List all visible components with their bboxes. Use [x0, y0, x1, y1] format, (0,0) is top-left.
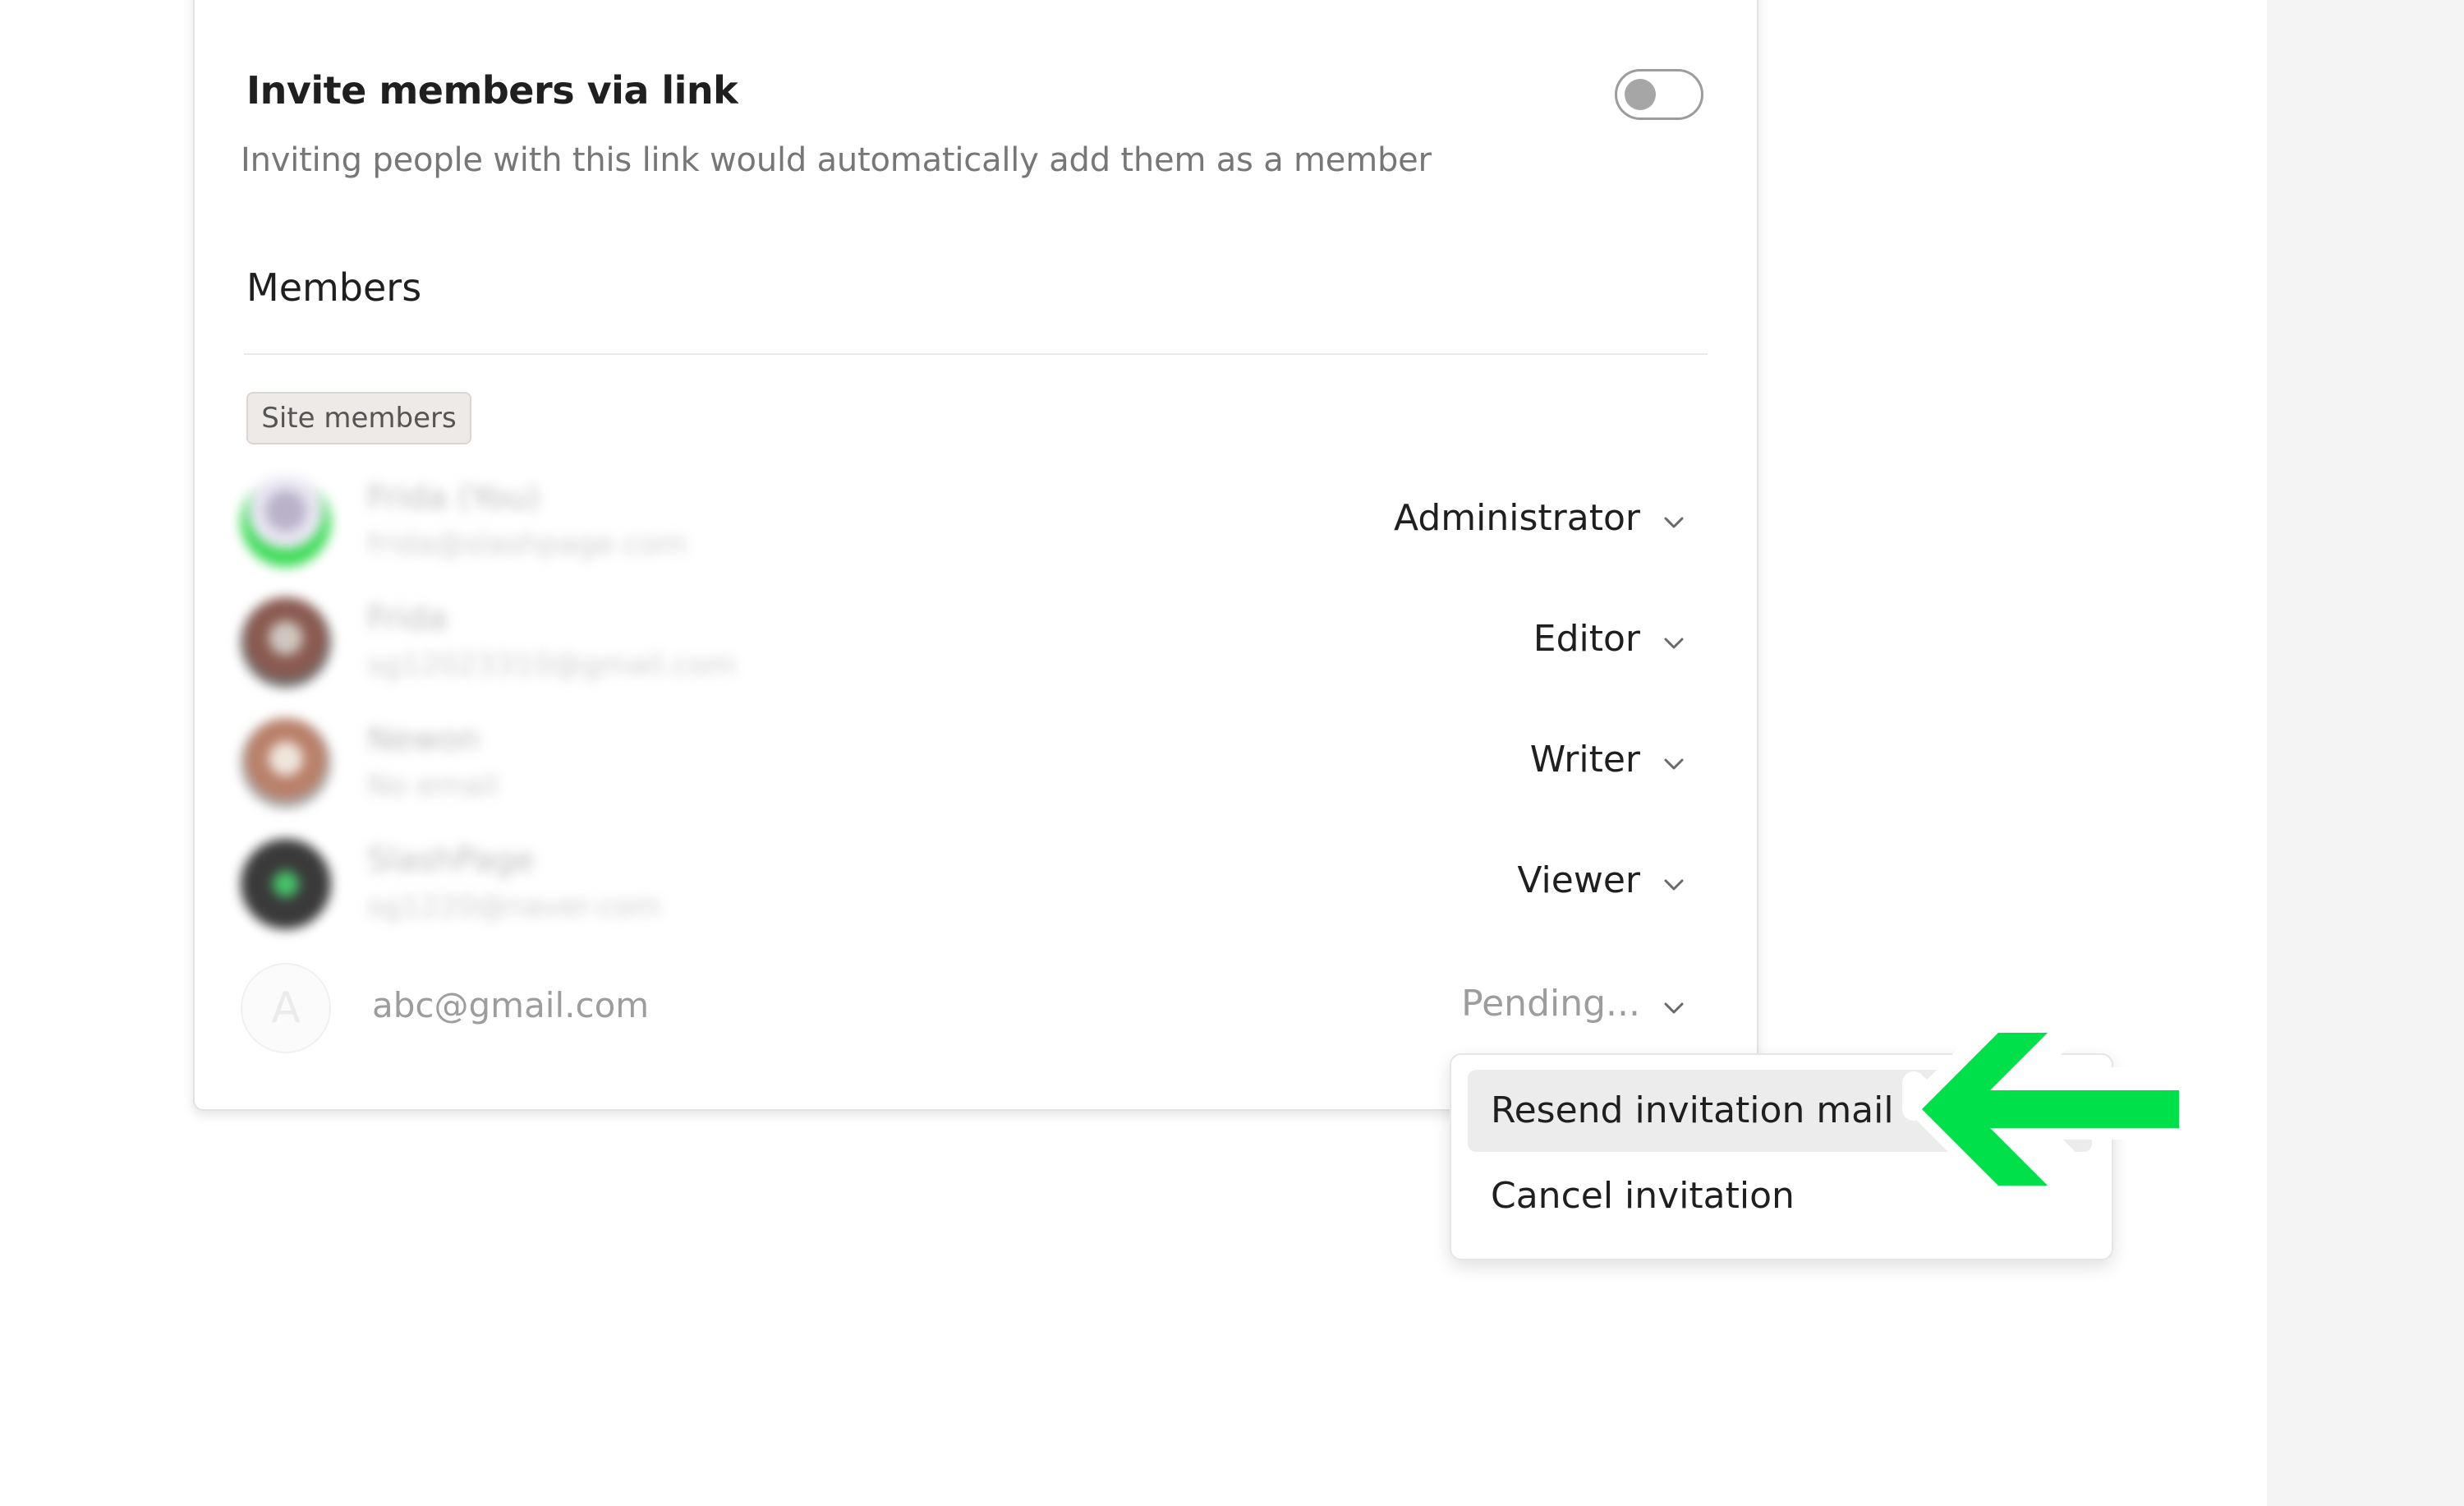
- member-email: sg12023310@gmail.com: [367, 648, 737, 682]
- site-members-chip: Site members: [246, 392, 471, 444]
- avatar: [241, 718, 331, 808]
- member-name: Frida: [367, 600, 448, 638]
- role-dropdown-viewer[interactable]: Viewer: [1517, 859, 1640, 901]
- member-name: SlashPage: [367, 841, 536, 879]
- divider: [244, 353, 1708, 355]
- member-email: No email: [367, 769, 499, 803]
- avatar: [241, 477, 331, 567]
- chevron-down-icon[interactable]: [1659, 749, 1689, 779]
- member-email: frida@slashpage.com: [367, 527, 687, 561]
- annotation-arrow-icon: [1902, 1020, 2193, 1197]
- role-dropdown-administrator[interactable]: Administrator: [1394, 497, 1640, 539]
- invite-link-toggle[interactable]: [1615, 69, 1703, 120]
- member-name: Frida (You): [367, 479, 540, 517]
- member-email: sg1220@naver.com: [367, 890, 661, 923]
- invite-link-title: Invite members via link: [246, 68, 738, 113]
- invite-link-description: Inviting people with this link would aut…: [241, 141, 1432, 179]
- chevron-down-icon[interactable]: [1659, 629, 1689, 658]
- chevron-down-icon[interactable]: [1659, 870, 1689, 900]
- members-heading: Members: [246, 265, 422, 310]
- chevron-down-icon[interactable]: [1659, 508, 1689, 537]
- pending-avatar: A: [241, 963, 331, 1053]
- avatar: [241, 839, 331, 929]
- role-dropdown-writer[interactable]: Writer: [1530, 739, 1640, 781]
- side-panel: [2267, 0, 2464, 1506]
- role-dropdown-editor[interactable]: Editor: [1533, 618, 1640, 660]
- avatar: [241, 597, 331, 688]
- chevron-down-icon[interactable]: [1659, 993, 1689, 1023]
- pending-invite-email: abc@gmail.com: [372, 985, 650, 1025]
- pending-status-dropdown[interactable]: Pending...: [1461, 983, 1640, 1025]
- toggle-knob: [1625, 79, 1656, 110]
- member-name: Newon: [367, 721, 480, 758]
